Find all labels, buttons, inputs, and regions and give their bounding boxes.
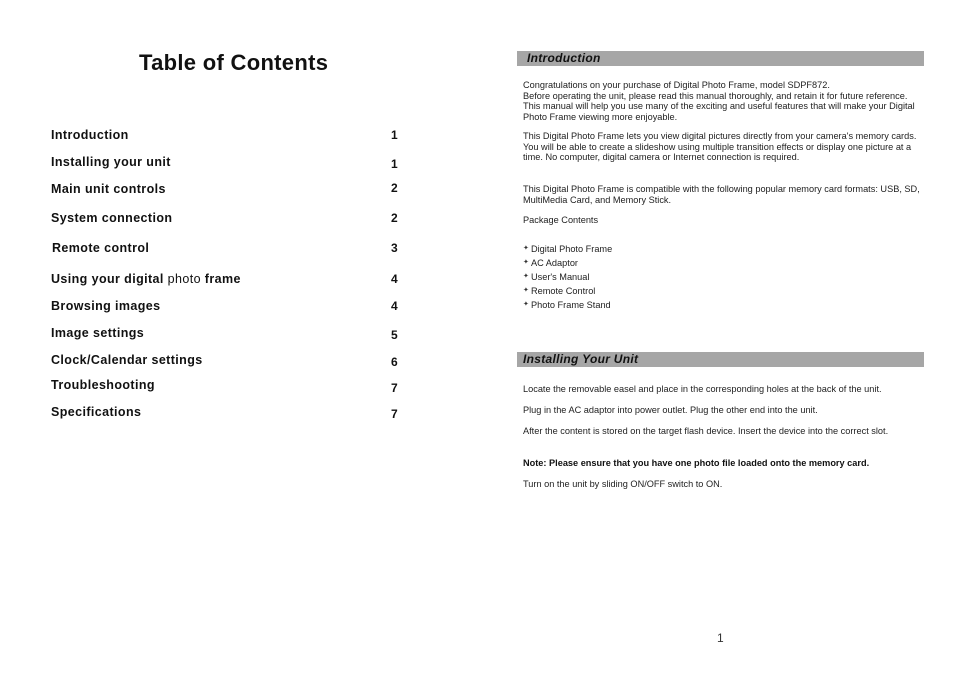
toc-entry-image-settings[interactable]: Image settings 5 (51, 326, 401, 344)
package-contents-list: ✦ Digital Photo Frame ✦ AC Adaptor ✦ User's… (523, 242, 612, 312)
section-header-installing: Installing Your Unit (517, 352, 924, 367)
list-item: ✦ User's Manual (523, 270, 612, 284)
intro-paragraph: Congratulations on your purchase of Digi… (523, 80, 923, 122)
install-step-easel: Locate the removable easel and place in … (523, 384, 882, 394)
toc-page-number: 2 (391, 211, 398, 225)
toc-page-number: 2 (391, 181, 398, 195)
toc-label-part: photo (167, 272, 201, 286)
section-header-introduction: Introduction (517, 51, 924, 66)
install-step-power: Plug in the AC adaptor into power outlet… (523, 405, 818, 415)
list-item-text: Photo Frame Stand (531, 300, 611, 310)
toc-label-part: frame (200, 272, 241, 286)
install-note: Note: Please ensure that you have one ph… (523, 458, 870, 468)
page-number: 1 (717, 631, 724, 645)
bullet-icon: ✦ (523, 287, 529, 294)
bullet-icon: ✦ (523, 301, 529, 308)
section-heading: Installing Your Unit (523, 352, 639, 366)
toc-entry-system-connection[interactable]: System connection 2 (51, 211, 401, 229)
toc-page-number: 1 (391, 157, 398, 171)
toc-label: Clock/Calendar settings (51, 353, 203, 367)
toc-entry-main-unit-controls[interactable]: Main unit controls 2 (51, 181, 401, 200)
package-contents-label: Package Contents (523, 215, 599, 225)
toc-entry-using-your-digital-photo-frame[interactable]: Using your digital photo frame 4 (51, 272, 401, 290)
toc-label: Troubleshooting (51, 378, 155, 392)
toc-label: Image settings (51, 326, 145, 340)
intro-congrats-line: Congratulations on your purchase of Digi… (523, 80, 830, 90)
list-item: ✦ AC Adaptor (523, 256, 612, 270)
toc-entry-remote-control[interactable]: Remote control 3 (51, 241, 401, 259)
toc-entry-installing[interactable]: Installing your unit 1 (51, 155, 401, 173)
toc-label: Browsing images (51, 299, 161, 313)
toc-label: Specifications (51, 405, 142, 419)
intro-paragraph-compatibility: This Digital Photo Frame is compatible w… (523, 184, 920, 205)
toc-page-number: 4 (391, 272, 398, 286)
toc-page-number: 1 (391, 128, 398, 142)
toc-label: Introduction (51, 128, 129, 142)
list-item-text: User's Manual (531, 272, 590, 282)
toc-label: System connection (51, 211, 173, 225)
list-item: ✦ Photo Frame Stand (523, 298, 612, 312)
toc-page-number: 7 (391, 381, 398, 395)
toc-label: Main unit controls (51, 182, 166, 196)
list-item: ✦ Digital Photo Frame (523, 242, 612, 256)
bullet-icon: ✦ (523, 259, 529, 266)
toc-entry-clock-calendar-settings[interactable]: Clock/Calendar settings 6 (51, 353, 401, 371)
toc-entry-introduction[interactable]: Introduction 1 (51, 128, 401, 146)
install-step-turn-on: Turn on the unit by sliding ON/OFF switc… (523, 479, 723, 489)
list-item-text: Digital Photo Frame (531, 244, 613, 254)
list-item-text: Remote Control (531, 286, 596, 296)
toc-entry-browsing-images[interactable]: Browsing images 4 (51, 299, 401, 317)
toc-page-number: 7 (391, 407, 398, 421)
toc-label: Installing your unit (51, 155, 171, 169)
toc-entry-specifications[interactable]: Specifications 7 (51, 405, 401, 423)
section-heading: Introduction (527, 51, 601, 65)
toc-page-number: 4 (391, 299, 398, 313)
list-item-text: AC Adaptor (531, 258, 578, 268)
toc-page-number: 3 (391, 241, 398, 255)
toc-label: Using your digital photo frame (51, 272, 241, 286)
toc-title: Table of Contents (139, 50, 329, 75)
left-page: Table of Contents Introduction 1 Install… (0, 0, 477, 688)
install-step-insert-device: After the content is stored on the targe… (523, 426, 889, 436)
bullet-icon: ✦ (523, 245, 529, 252)
intro-before-operating: Before operating the unit, please read t… (523, 90, 915, 122)
intro-paragraph-features: This Digital Photo Frame lets you view d… (523, 131, 917, 163)
right-page: Introduction Congratulations on your pur… (477, 0, 954, 688)
toc-page-number: 5 (391, 328, 398, 342)
bullet-icon: ✦ (523, 273, 529, 280)
toc-entry-troubleshooting[interactable]: Troubleshooting 7 (51, 378, 401, 396)
toc-label: Remote control (52, 241, 150, 255)
list-item: ✦ Remote Control (523, 284, 612, 298)
toc-label-part: Using your digital (51, 272, 168, 286)
toc-page-number: 6 (391, 355, 398, 369)
